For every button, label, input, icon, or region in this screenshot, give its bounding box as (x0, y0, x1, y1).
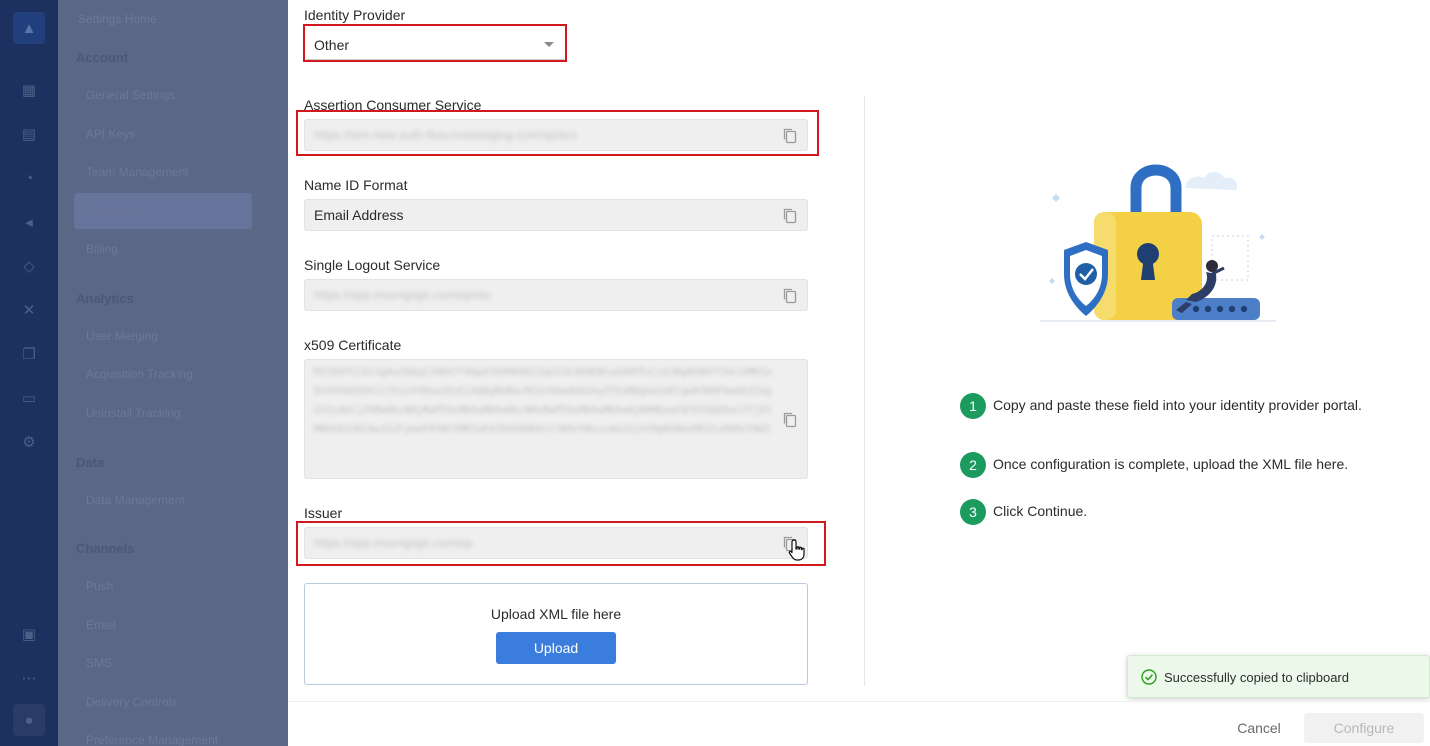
analytics-icon[interactable]: ◔ (13, 162, 45, 194)
more-icon[interactable]: ⋯ (13, 662, 45, 694)
slo-label: Single Logout Service (304, 257, 441, 273)
check-circle-icon (1141, 669, 1157, 685)
sidebar-item-sms[interactable]: SMS (86, 656, 112, 670)
sidebar-item-delivery-controls[interactable]: Delivery Controls (86, 695, 177, 709)
step-3: 3 Click Continue. (960, 499, 1363, 525)
sidebar-item-uninstall-tracking[interactable]: Uninstall Tracking (86, 406, 181, 420)
step-1: 1 Copy and paste these field into your i… (960, 393, 1363, 419)
content-icon[interactable]: ❐ (13, 338, 45, 370)
sidebar-section-analytics[interactable]: Analytics (76, 291, 134, 306)
sidebar-item-general-settings[interactable]: General Settings (86, 88, 175, 102)
step-text: Copy and paste these field into your ide… (993, 397, 1362, 413)
copy-icon[interactable] (781, 535, 799, 553)
certificate-value: MIIDdTCCAl2gAwIBAgIJAKm7f9QpX2b0MA0GCSqG… (314, 367, 772, 435)
segment-icon[interactable]: ▤ (13, 118, 45, 150)
acs-field[interactable]: https://iam-new-auth-flow.moestaging.com… (304, 119, 808, 151)
slo-field[interactable]: https://app.moengage.com/sp/slo (304, 279, 808, 311)
app-logo-icon[interactable]: ▲ (13, 12, 45, 44)
copy-icon[interactable] (781, 287, 799, 305)
step-number-badge: 2 (960, 452, 986, 478)
certificate-label: x509 Certificate (304, 337, 402, 353)
toast-message: Successfully copied to clipboard (1164, 670, 1349, 685)
copy-icon[interactable] (781, 127, 799, 145)
slo-value: https://app.moengage.com/sp/slo (314, 288, 491, 302)
sso-config-panel: Identity Provider Other Assertion Consum… (288, 0, 1430, 746)
inbox-icon[interactable]: ▭ (13, 382, 45, 414)
step-2: 2 Once configuration is complete, upload… (960, 452, 1363, 478)
sidebar-item-billing[interactable]: Billing (86, 242, 118, 256)
sidebar-item-data-management[interactable]: Data Management (86, 493, 185, 507)
issuer-label: Issuer (304, 505, 343, 521)
upload-dropzone[interactable]: Upload XML file here Upload (304, 583, 808, 685)
sidebar-item-api-keys[interactable]: API Keys (86, 127, 135, 141)
personalize-icon[interactable]: ✕ (13, 294, 45, 326)
notifications-icon[interactable]: ▣ (13, 618, 45, 650)
copy-icon[interactable] (781, 411, 799, 429)
upload-instructions: Upload XML file here (490, 606, 622, 622)
identity-provider-select[interactable]: Other (306, 28, 564, 60)
sidebar-section-channels[interactable]: Channels (76, 541, 135, 556)
sidebar-title[interactable]: Settings Home (78, 12, 157, 26)
padlock-security-illustration (1040, 164, 1276, 322)
acs-value: https://iam-new-auth-flow.moestaging.com… (314, 128, 577, 142)
flows-icon[interactable]: ◇ (13, 250, 45, 282)
step-text: Click Continue. (993, 503, 1088, 519)
acs-label: Assertion Consumer Service (304, 97, 482, 113)
settings-icon[interactable]: ⚙ (13, 426, 45, 458)
identity-provider-label: Identity Provider (304, 7, 406, 23)
sidebar-item-user-merging[interactable]: User Merging (86, 329, 158, 343)
cancel-button[interactable]: Cancel (1228, 713, 1290, 743)
settings-sidebar: Settings Home Account General Settings A… (58, 0, 288, 746)
sidebar-item-push[interactable]: Push (86, 579, 113, 593)
sidebar-section-account[interactable]: Account (76, 50, 128, 65)
chevron-down-icon (544, 42, 554, 47)
sidebar-item-email[interactable]: Email (86, 618, 116, 632)
issuer-field[interactable]: https://app.moengage.com/sp (304, 527, 808, 559)
avatar[interactable]: ● (13, 704, 45, 736)
sidebar-item-acquisition-tracking[interactable]: Acquisition Tracking (86, 367, 193, 381)
success-toast: Successfully copied to clipboard (1127, 655, 1430, 698)
configure-button[interactable]: Configure (1304, 713, 1424, 743)
step-number-badge: 3 (960, 499, 986, 525)
identity-provider-value: Other (314, 37, 350, 53)
sidebar-item-preference-management[interactable]: Preference Management (86, 733, 218, 746)
step-text: Once configuration is complete, upload t… (993, 456, 1349, 472)
certificate-field[interactable]: MIIDdTCCAl2gAwIBAgIJAKm7f9QpX2b0MA0GCSqG… (304, 359, 808, 479)
sidebar-item-team-management[interactable]: Team Management (86, 165, 189, 179)
name-id-format-field[interactable]: Email Address (304, 199, 808, 231)
name-id-format-value: Email Address (314, 207, 404, 223)
column-divider (864, 96, 865, 686)
footer-divider (288, 701, 1430, 702)
step-number-badge: 1 (960, 393, 986, 419)
upload-button[interactable]: Upload (496, 632, 616, 664)
app-rail: ▲ ▦ ▤ ◔ ◂ ◇ ✕ ❐ ▭ ⚙ ▣ ⋯ ● (0, 0, 58, 746)
sidebar-section-data[interactable]: Data (76, 455, 104, 470)
campaign-icon[interactable]: ◂ (13, 206, 45, 238)
copy-icon[interactable] (781, 207, 799, 225)
issuer-value: https://app.moengage.com/sp (314, 536, 473, 550)
dashboard-icon[interactable]: ▦ (13, 74, 45, 106)
name-id-format-label: Name ID Format (304, 177, 408, 193)
sidebar-item-security[interactable]: Security (86, 204, 129, 218)
